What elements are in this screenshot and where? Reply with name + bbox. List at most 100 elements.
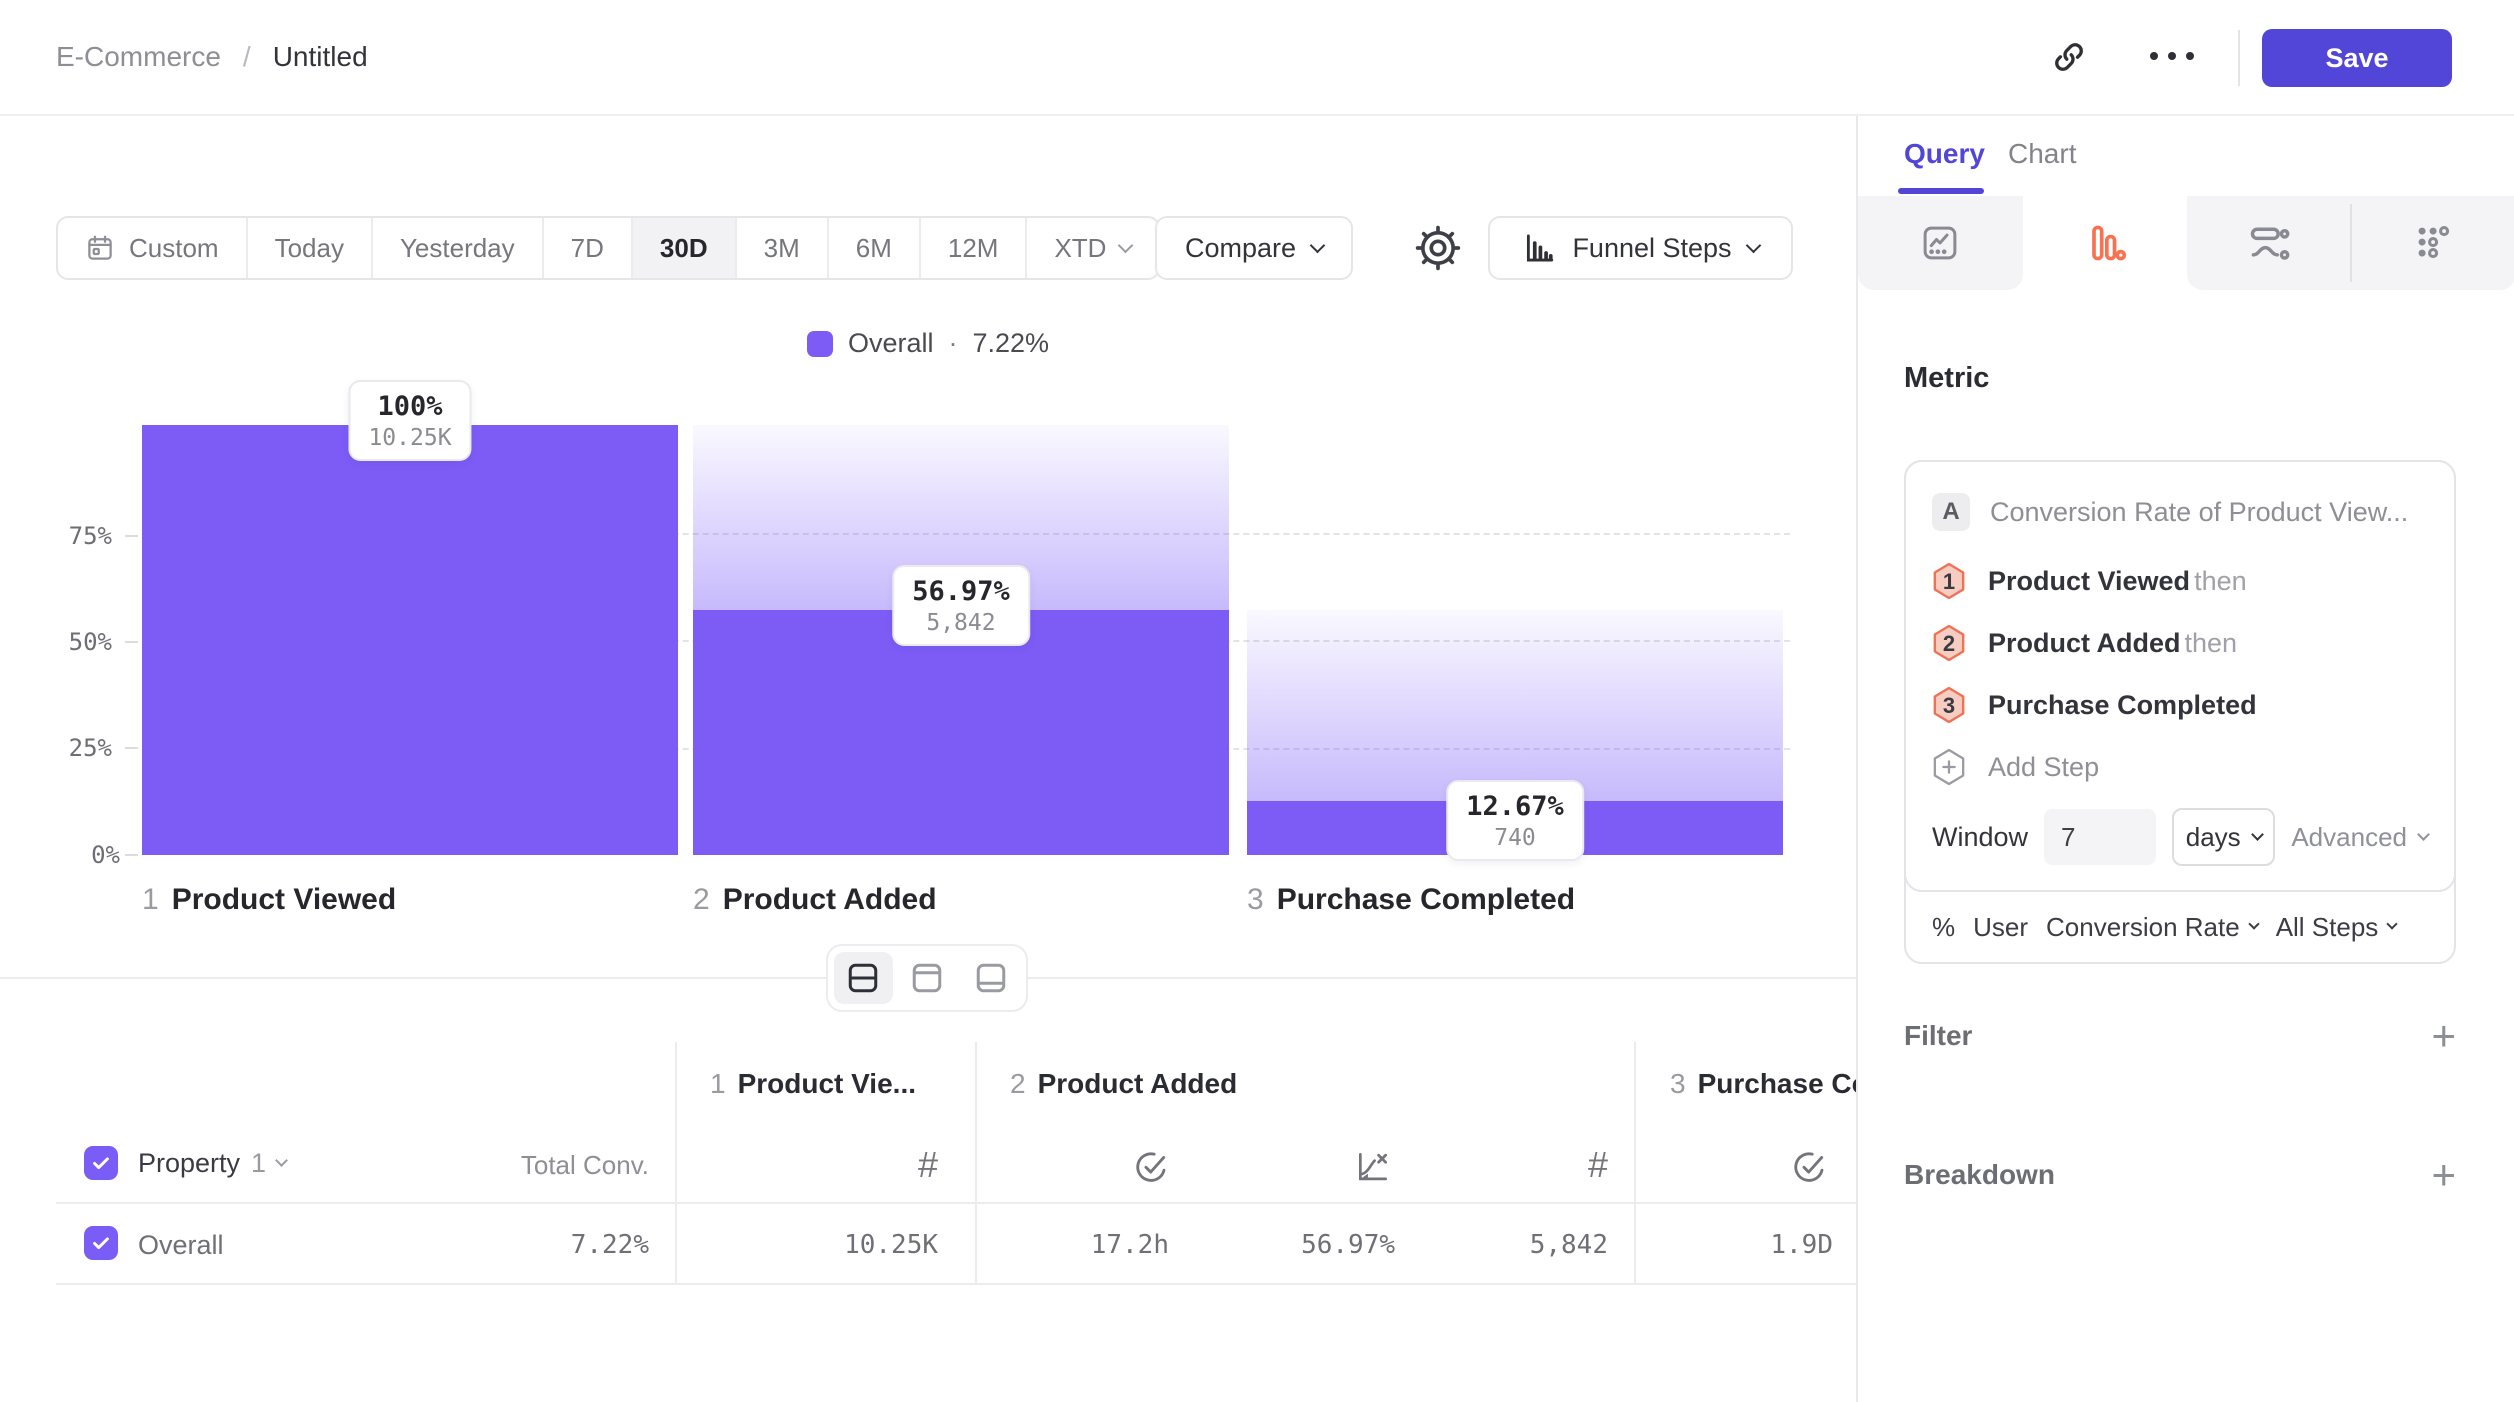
select-all-checkbox[interactable] bbox=[84, 1146, 118, 1180]
breadcrumb-project[interactable]: E-Commerce bbox=[56, 41, 221, 73]
advanced-toggle[interactable]: Advanced bbox=[2291, 822, 2428, 853]
row-step3-time: 1.9D bbox=[1633, 1230, 1833, 1260]
metric-heading: Metric bbox=[1904, 362, 1989, 395]
funnel-step-row-3[interactable]: 3 Purchase Completed bbox=[1932, 674, 2428, 736]
y-tickmark bbox=[125, 641, 138, 643]
date-range-3m[interactable]: 3M bbox=[735, 218, 827, 278]
report-title[interactable]: Untitled bbox=[273, 41, 368, 73]
count-metric-header[interactable]: # bbox=[1550, 1144, 1608, 1186]
chevron-down-icon bbox=[1310, 237, 1326, 253]
bottom-panel-icon bbox=[973, 960, 1009, 996]
y-axis-tick-75: 75% bbox=[40, 522, 112, 550]
steps-scope-select[interactable]: All Steps bbox=[2276, 912, 2397, 943]
property-header[interactable]: Property 1 bbox=[138, 1142, 286, 1184]
insights-report-tab[interactable] bbox=[1858, 196, 2023, 290]
time-to-convert-header[interactable] bbox=[1790, 1148, 1828, 1186]
chart-legend[interactable]: Overall · 7.22% bbox=[0, 328, 1856, 359]
calendar-icon bbox=[85, 233, 115, 263]
bar-solid bbox=[142, 425, 678, 855]
window-unit-select[interactable]: days bbox=[2172, 808, 2275, 866]
counting-entity[interactable]: User bbox=[1973, 912, 2028, 943]
chevron-down-icon bbox=[275, 1154, 288, 1167]
more-options-button[interactable] bbox=[2150, 52, 2194, 60]
save-button[interactable]: Save bbox=[2262, 29, 2452, 87]
step-number-badge: 1 bbox=[1932, 562, 1966, 600]
date-range-custom[interactable]: Custom bbox=[58, 218, 246, 278]
count-metric-header[interactable]: # bbox=[880, 1144, 938, 1186]
retention-report-tab[interactable] bbox=[2352, 196, 2514, 290]
link-icon bbox=[2050, 38, 2088, 76]
bar-dropoff-gradient bbox=[1247, 610, 1783, 800]
metric-badge: A bbox=[1932, 493, 1970, 531]
metric-a-row[interactable]: A Conversion Rate of Product View... bbox=[1932, 484, 2428, 540]
breakdown-section: Breakdown + bbox=[1904, 1143, 2456, 1207]
date-range-12m[interactable]: 12M bbox=[919, 218, 1026, 278]
chevron-down-icon bbox=[2251, 828, 2264, 841]
query-panel: Query Chart bbox=[1856, 116, 2514, 1402]
metric-footer: % User Conversion Rate All Steps bbox=[1906, 892, 2454, 962]
funnel-bar-step-3[interactable]: 12.67% 740 bbox=[1247, 425, 1783, 855]
row-checkbox[interactable] bbox=[84, 1226, 118, 1260]
row-label[interactable]: Overall bbox=[138, 1230, 224, 1261]
bar-value-label: 56.97% 5,842 bbox=[892, 565, 1030, 646]
time-to-convert-icon bbox=[1790, 1148, 1828, 1186]
chevron-down-icon bbox=[2248, 918, 2259, 929]
check-icon bbox=[90, 1232, 112, 1254]
layout-chart-only-button[interactable] bbox=[898, 952, 957, 1004]
funnel-bar-step-1[interactable]: 100% 10.25K bbox=[142, 425, 678, 855]
row-total-conv: 7.22% bbox=[449, 1230, 649, 1260]
date-range-today[interactable]: Today bbox=[246, 218, 371, 278]
breakdown-heading: Breakdown bbox=[1904, 1159, 2055, 1191]
copy-link-button[interactable] bbox=[2050, 38, 2088, 76]
y-tickmark bbox=[125, 747, 138, 749]
table-col-step3: 3Purchase Completed bbox=[1670, 1068, 1856, 1100]
compare-button[interactable]: Compare bbox=[1155, 216, 1353, 280]
time-to-convert-icon bbox=[1132, 1148, 1170, 1186]
step-axis-label-1: 1Product Viewed bbox=[142, 883, 396, 917]
step-axis-label-3: 3Purchase Completed bbox=[1247, 883, 1575, 917]
top-panel-icon bbox=[909, 960, 945, 996]
date-range-xtd[interactable]: XTD bbox=[1025, 218, 1158, 278]
layout-table-only-button[interactable] bbox=[961, 952, 1020, 1004]
bar-value-label: 12.67% 740 bbox=[1446, 780, 1584, 861]
funnel-chart-plot: 100% 10.25K 56.97% 5,842 12.67% 740 bbox=[142, 425, 1790, 855]
legend-swatch bbox=[807, 331, 833, 357]
breadcrumb-separator: / bbox=[243, 41, 251, 73]
add-breakdown-button[interactable]: + bbox=[2431, 1154, 2456, 1196]
chevron-down-icon bbox=[1745, 237, 1761, 253]
hash-icon: # bbox=[918, 1144, 938, 1185]
dropoff-metric-header[interactable] bbox=[1354, 1148, 1392, 1186]
step-number-badge: 3 bbox=[1932, 686, 1966, 724]
funnel-step-row-2[interactable]: 2 Product Addedthen bbox=[1932, 612, 2428, 674]
bar-value-label: 100% 10.25K bbox=[348, 380, 471, 461]
funnel-bar-step-2[interactable]: 56.97% 5,842 bbox=[693, 425, 1229, 855]
layout-split-button[interactable] bbox=[834, 952, 893, 1004]
active-tab-underline bbox=[1898, 188, 1984, 194]
funnel-report-app: E-Commerce / Untitled Save Custom Today … bbox=[0, 0, 2514, 1402]
chart-settings-button[interactable] bbox=[1412, 222, 1464, 274]
time-to-convert-header[interactable] bbox=[1132, 1148, 1170, 1186]
window-label: Window bbox=[1932, 822, 2028, 853]
add-filter-button[interactable]: + bbox=[2431, 1015, 2456, 1057]
date-range-yesterday[interactable]: Yesterday bbox=[371, 218, 542, 278]
funnel-icon bbox=[2083, 221, 2127, 265]
chart-type-button[interactable]: Funnel Steps bbox=[1488, 216, 1793, 280]
tab-query[interactable]: Query bbox=[1904, 138, 1985, 170]
add-step-button[interactable]: Add Step bbox=[1932, 736, 2428, 798]
flows-report-tab[interactable] bbox=[2187, 196, 2352, 290]
measure-select[interactable]: Conversion Rate bbox=[2046, 912, 2258, 943]
layout-toggle-control bbox=[826, 944, 1028, 1012]
row-step2-count: 5,842 bbox=[1408, 1230, 1608, 1260]
window-value-input[interactable]: 7 bbox=[2044, 809, 2156, 865]
tab-chart[interactable]: Chart bbox=[2008, 138, 2076, 170]
date-range-7d[interactable]: 7D bbox=[542, 218, 631, 278]
date-range-30d[interactable]: 30D bbox=[631, 218, 735, 278]
y-tickmark bbox=[125, 535, 138, 537]
metric-definition: A Conversion Rate of Product View... 1 P… bbox=[1904, 460, 2456, 892]
funnels-report-tab[interactable] bbox=[2023, 196, 2188, 290]
gear-icon bbox=[1412, 222, 1464, 274]
funnel-step-row-1[interactable]: 1 Product Viewedthen bbox=[1932, 550, 2428, 612]
date-range-6m[interactable]: 6M bbox=[827, 218, 919, 278]
conversion-window-row: Window 7 days Advanced bbox=[1932, 808, 2428, 866]
total-conv-header[interactable]: Total Conv. bbox=[449, 1150, 649, 1181]
